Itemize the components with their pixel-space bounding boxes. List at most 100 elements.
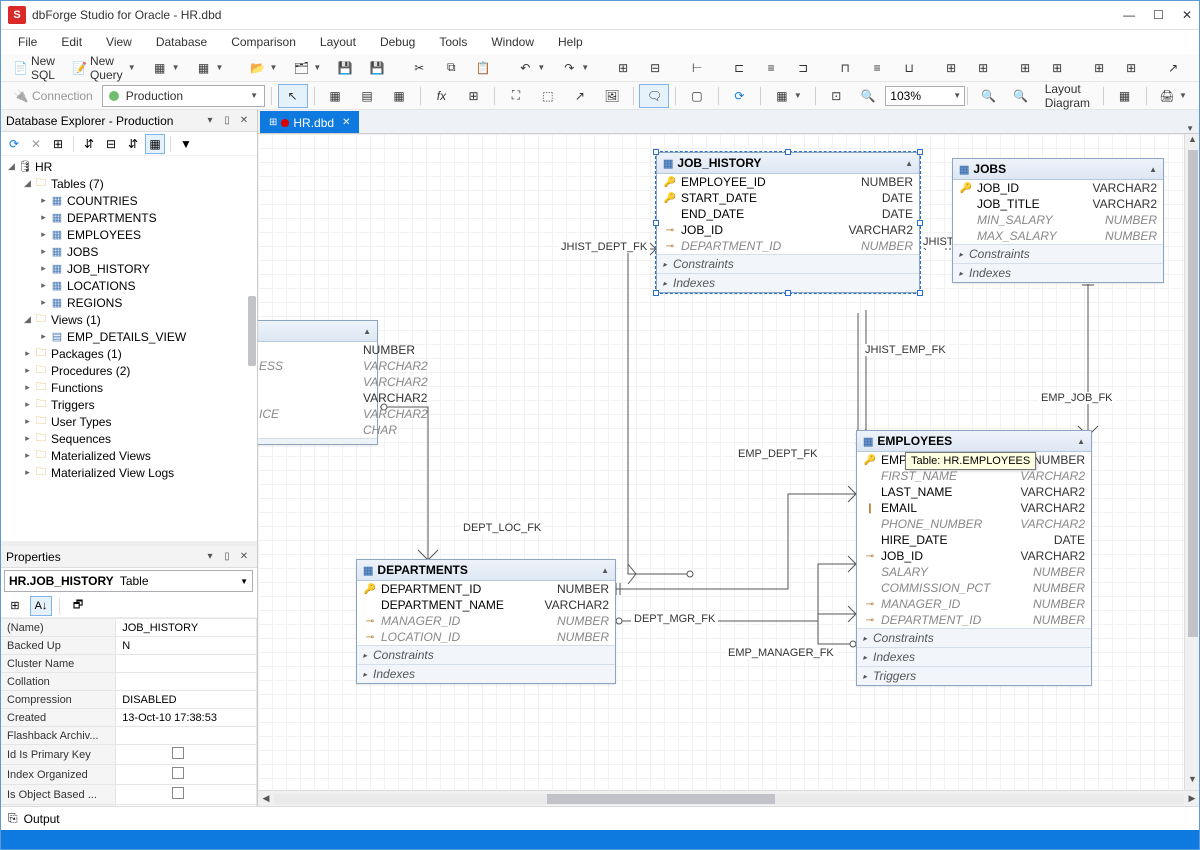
tb-btn[interactable]: ⬚ [533, 84, 563, 108]
panel-close-button[interactable]: ✕ [237, 550, 251, 564]
minimize-button[interactable]: — [1123, 8, 1135, 22]
cut-button[interactable]: ✂ [404, 56, 434, 80]
entity-column[interactable]: MIN_SALARYNUMBER [953, 212, 1163, 228]
tb-btn[interactable]: 🗂▼ [286, 56, 328, 80]
entity-column[interactable]: FIRST_NAMEVARCHAR2 [857, 468, 1091, 484]
menu-help[interactable]: Help [548, 32, 593, 52]
maximize-button[interactable]: ☐ [1153, 8, 1164, 22]
entity-column[interactable]: PHONE_NUMBERVARCHAR2 [857, 516, 1091, 532]
checkbox[interactable] [172, 747, 184, 759]
tb-btn[interactable]: ⇵ [79, 134, 99, 154]
entity-jobs[interactable]: ▦JOBS▲ 🔑JOB_IDVARCHAR2JOB_TITLEVARCHAR2M… [952, 158, 1164, 283]
tb-btn[interactable]: ▤ [352, 84, 382, 108]
property-row[interactable]: CompressionDISABLED [1, 691, 257, 709]
tb-btn[interactable]: ⊞ [458, 84, 488, 108]
rel-label-dept-loc[interactable]: DEPT_LOC_FK [460, 522, 544, 534]
tree-tables-folder[interactable]: ◢🗀Tables (7) [20, 175, 257, 192]
entity-column[interactable]: NUMBER [258, 342, 377, 358]
entity-departments[interactable]: ▦DEPARTMENTS▲ 🔑DEPARTMENT_IDNUMBERDEPART… [356, 559, 616, 684]
redo-button[interactable]: ↷▼ [554, 56, 596, 80]
tree-view-node[interactable]: ▸▤EMP_DETAILS_VIEW [36, 328, 257, 345]
note-tool-button[interactable]: 🗨 [639, 84, 669, 108]
paste-button[interactable]: 📋 [468, 56, 498, 80]
entity-section[interactable]: ▸Indexes [357, 664, 615, 683]
tb-btn[interactable]: ⊞ [1116, 56, 1146, 80]
tree-table-node[interactable]: ▸▦DEPARTMENTS [36, 209, 257, 226]
properties-object-selector[interactable]: HR.JOB_HISTORY Table ▼ [4, 570, 253, 592]
tree-folder-node[interactable]: ▸🗀Functions [20, 379, 257, 396]
tree-views-folder[interactable]: ◢🗀Views (1) [20, 311, 257, 328]
save-button[interactable]: 💾 [330, 56, 360, 80]
tree-folder-node[interactable]: ▸🗀Triggers [20, 396, 257, 413]
entity-column[interactable]: VARCHAR2 [258, 390, 377, 406]
tb-btn[interactable]: ▦ [384, 84, 414, 108]
tree-folder-node[interactable]: ▸🗀Procedures (2) [20, 362, 257, 379]
tb-btn[interactable]: ▦▼ [145, 56, 187, 80]
entity-column[interactable]: MAX_SALARYNUMBER [953, 228, 1163, 244]
panel-close-button[interactable]: ✕ [237, 114, 251, 128]
entity-section[interactable]: ▸Constraints [657, 254, 919, 273]
entity-column[interactable]: 🔑START_DATEDATE [657, 190, 919, 206]
property-row[interactable]: Flashback Archiv... [1, 727, 257, 745]
panel-pin-button[interactable]: ▯ [220, 550, 234, 564]
align-right-button[interactable]: ⊐ [788, 56, 818, 80]
tree-table-node[interactable]: ▸▦JOB_HISTORY [36, 260, 257, 277]
prop-sort-categorized[interactable]: ⊞ [4, 596, 26, 616]
tb-btn[interactable]: ⊟ [101, 134, 121, 154]
entity-column[interactable]: DEPARTMENT_NAMEVARCHAR2 [357, 597, 615, 613]
tb-btn[interactable]: ↗ [565, 84, 595, 108]
prop-sort-alpha[interactable]: A↓ [30, 596, 52, 616]
property-row[interactable]: (Name)JOB_HISTORY [1, 619, 257, 637]
entity-section[interactable]: ▸Constraints [857, 628, 1091, 647]
tb-btn[interactable]: ⊞ [1042, 56, 1072, 80]
entity-column[interactable]: HIRE_DATEDATE [857, 532, 1091, 548]
align-middle-button[interactable]: ≡ [862, 56, 892, 80]
checkbox[interactable] [172, 787, 184, 799]
rel-label-dept-mgr[interactable]: DEPT_MGR_FK [631, 613, 718, 625]
tab-close-button[interactable]: ✕ [342, 117, 350, 128]
entity-column[interactable]: LAST_NAMEVARCHAR2 [857, 484, 1091, 500]
property-row[interactable]: Index Organized [1, 765, 257, 785]
tb-btn[interactable]: ⇵ [123, 134, 143, 154]
tab-hr-dbd[interactable]: ⊞ HR.dbd ✕ [260, 111, 359, 133]
entity-column[interactable]: ⊸DEPARTMENT_IDNUMBER [657, 238, 919, 254]
align-top-button[interactable]: ⊓ [830, 56, 860, 80]
zoom-button[interactable]: 🔍 [853, 84, 883, 108]
entity-partial[interactable]: ▲ NUMBERESSVARCHAR2VARCHAR2VARCHAR2ICEVA… [258, 320, 378, 445]
property-row[interactable]: Backed UpN [1, 637, 257, 655]
open-button[interactable]: 📂▼ [242, 56, 284, 80]
menu-window[interactable]: Window [481, 32, 544, 52]
align-bottom-button[interactable]: ⊔ [894, 56, 924, 80]
tb-btn[interactable]: fx [426, 84, 456, 108]
entity-column[interactable]: ⊸JOB_IDVARCHAR2 [657, 222, 919, 238]
menu-comparison[interactable]: Comparison [221, 32, 306, 52]
refresh-tree-button[interactable]: ⟳ [4, 134, 24, 154]
rel-label-jhist-emp[interactable]: JHIST_EMP_FK [862, 344, 949, 356]
filter-button[interactable]: ▼ [176, 134, 196, 154]
entity-column[interactable]: ⊸DEPARTMENT_IDNUMBER [857, 612, 1091, 628]
tree-folder-node[interactable]: ▸🗀User Types [20, 413, 257, 430]
entity-column[interactable]: ❙EMAILVARCHAR2 [857, 500, 1091, 516]
panel-pin-button[interactable]: ▯ [220, 114, 234, 128]
properties-grid[interactable]: (Name)JOB_HISTORYBacked UpNCluster NameC… [0, 618, 257, 806]
property-row[interactable]: Id Is Primary Key [1, 745, 257, 765]
close-button[interactable]: ✕ [1182, 8, 1192, 22]
copy-button[interactable]: ⧉ [436, 56, 466, 80]
tb-btn[interactable]: ↗ [1158, 56, 1188, 80]
panel-menu-button[interactable]: ▾ [203, 550, 217, 564]
tree-folder-node[interactable]: ▸🗀Packages (1) [20, 345, 257, 362]
tree-table-node[interactable]: ▸▦COUNTRIES [36, 192, 257, 209]
property-row[interactable]: Created13-Oct-10 17:38:53 [1, 709, 257, 727]
tb-btn[interactable]: ⛶ [501, 84, 531, 108]
entity-column[interactable]: ⊸MANAGER_IDNUMBER [357, 613, 615, 629]
property-row[interactable]: Is Read Only [1, 805, 257, 807]
menu-debug[interactable]: Debug [370, 32, 425, 52]
tb-btn[interactable]: ▦▼ [767, 84, 809, 108]
entity-column[interactable]: 🔑DEPARTMENT_IDNUMBER [357, 581, 615, 597]
entity-column[interactable]: ⊸JOB_IDVARCHAR2 [857, 548, 1091, 564]
rel-label-emp-job[interactable]: EMP_JOB_FK [1038, 392, 1116, 404]
entity-column[interactable]: VARCHAR2 [258, 374, 377, 390]
tb-btn[interactable]: ⊞ [608, 56, 638, 80]
tb-btn[interactable]: ⊢ [682, 56, 712, 80]
tree-scrollbar[interactable] [248, 296, 256, 366]
